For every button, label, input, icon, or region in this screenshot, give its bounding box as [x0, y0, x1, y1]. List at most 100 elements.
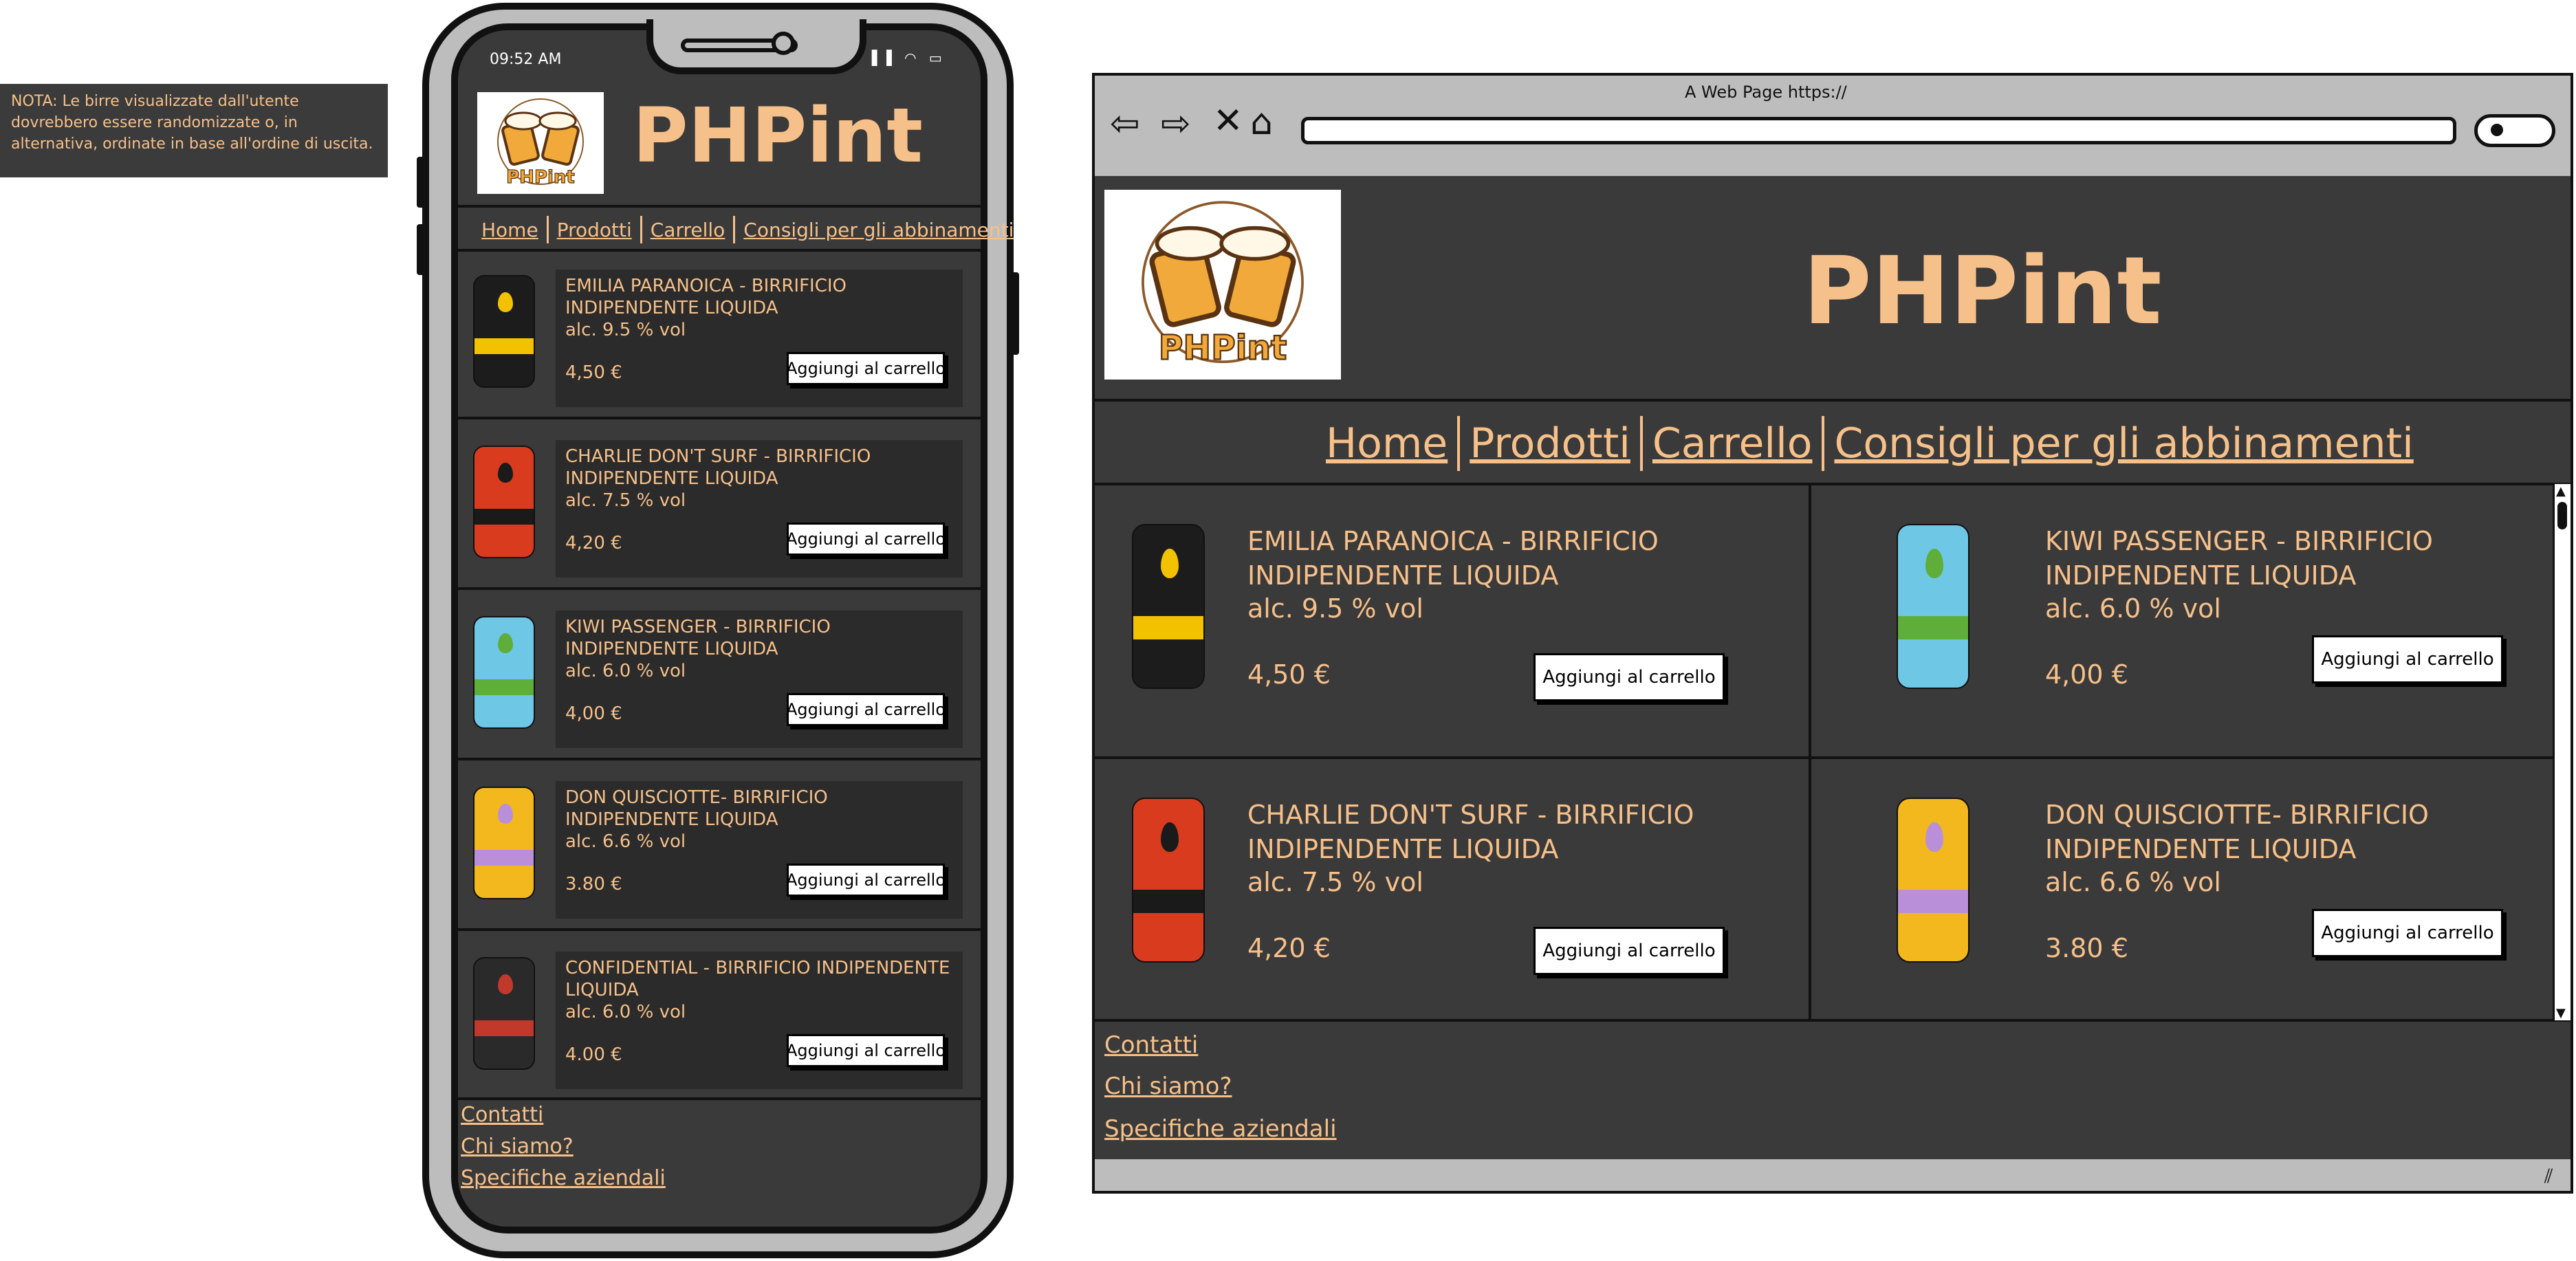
- beer-can-image: [473, 446, 535, 558]
- beer-mugs-icon: PHPint: [1142, 201, 1304, 369]
- product-name: CHARLIE DON'T SURF - BIRRIFICIO INDIPEND…: [565, 446, 871, 489]
- design-note: NOTA: Le birre visualizzate dall'utente …: [0, 84, 388, 177]
- beer-can-image: [1897, 524, 1969, 689]
- beer-mugs-icon: PHPint: [497, 98, 584, 188]
- page-title: PHPint: [633, 91, 923, 179]
- nav-separator: [1639, 416, 1643, 471]
- scroll-down-arrow-icon[interactable]: ▼: [2556, 1006, 2566, 1020]
- product-alcohol: alc. 6.0 % vol: [2045, 593, 2221, 624]
- url-bar[interactable]: [1301, 117, 2456, 144]
- add-to-cart-button[interactable]: Aggiungi al carrello: [786, 352, 946, 385]
- beer-can-image: [473, 616, 535, 729]
- add-to-cart-button[interactable]: Aggiungi al carrello: [2312, 635, 2503, 683]
- add-to-cart-button[interactable]: Aggiungi al carrello: [2312, 909, 2503, 957]
- browser-status-bar: [1095, 1159, 2570, 1191]
- divider: [458, 249, 981, 252]
- product-name: DON QUISCIOTTE- BIRRIFICIO INDIPENDENTE …: [565, 787, 828, 830]
- beer-can-image: [473, 787, 535, 899]
- nav-consigli[interactable]: Consigli per gli abbinamenti: [1834, 419, 2413, 468]
- footer-link-contatti[interactable]: Contatti: [1104, 1031, 1198, 1059]
- grid-divider-vertical: [1809, 484, 1811, 1020]
- nav-separator: [1822, 416, 1825, 471]
- page-title: PHPint: [1803, 237, 2162, 346]
- logo-text: PHPint: [506, 167, 575, 188]
- product-price: 4.00 €: [565, 1044, 622, 1065]
- logo-text: PHPint: [1159, 329, 1287, 368]
- phone-camera: [772, 32, 795, 55]
- product-price: 4,50 €: [1247, 659, 1331, 690]
- add-to-cart-button[interactable]: Aggiungi al carrello: [786, 693, 946, 726]
- divider: [458, 928, 981, 931]
- back-arrow-icon[interactable]: ⇦: [1110, 106, 1140, 142]
- search-button[interactable]: [2474, 114, 2555, 147]
- status-time: 09:52 AM: [490, 51, 562, 68]
- add-to-cart-button[interactable]: Aggiungi al carrello: [786, 1034, 946, 1067]
- product-price: 3.80 €: [565, 874, 622, 895]
- product-alcohol: alc. 9.5 % vol: [565, 320, 686, 340]
- scrollbar[interactable]: ▲ ▼: [2553, 484, 2570, 1020]
- product-alcohol: alc. 7.5 % vol: [565, 490, 686, 511]
- product-price: 4,00 €: [565, 703, 622, 724]
- product-alcohol: alc. 6.0 % vol: [565, 661, 686, 681]
- product-price: 4,00 €: [2045, 659, 2128, 690]
- resize-handle-icon[interactable]: ⫽: [2544, 1165, 2553, 1188]
- beer-can-image: [473, 275, 535, 388]
- product-name: KIWI PASSENGER - BIRRIFICIO INDIPENDENTE…: [565, 617, 831, 659]
- nav-home[interactable]: Home: [481, 219, 538, 241]
- product-name: EMILIA PARANOICA - BIRRIFICIO INDIPENDEN…: [1247, 526, 1659, 591]
- product-price: 3.80 €: [2045, 933, 2128, 963]
- footer-link-chi-siamo[interactable]: Chi siamo?: [461, 1134, 574, 1159]
- footer-link-contatti[interactable]: Contatti: [461, 1103, 543, 1127]
- close-icon[interactable]: ✕: [1213, 103, 1243, 139]
- product-name: DON QUISCIOTTE- BIRRIFICIO INDIPENDENTE …: [2045, 800, 2429, 864]
- nav-carrello[interactable]: Carrello: [651, 219, 725, 241]
- home-icon[interactable]: ⌂: [1250, 105, 1273, 140]
- product-alcohol: alc. 6.6 % vol: [2045, 867, 2221, 897]
- product-alcohol: alc. 6.6 % vol: [565, 831, 686, 852]
- nav-separator: [733, 216, 736, 243]
- add-to-cart-button[interactable]: Aggiungi al carrello: [1533, 927, 1725, 975]
- add-to-cart-button[interactable]: Aggiungi al carrello: [1533, 653, 1725, 701]
- product-name: CHARLIE DON'T SURF - BIRRIFICIO INDIPEND…: [1247, 800, 1694, 864]
- nav-carrello[interactable]: Carrello: [1652, 419, 1813, 468]
- search-icon: [2491, 124, 2503, 136]
- status-icons: ▐▐ ◠ ▭: [866, 50, 946, 66]
- scroll-thumb[interactable]: [2557, 502, 2567, 529]
- scroll-up-arrow-icon[interactable]: ▲: [2556, 484, 2566, 498]
- beer-can-image: [1132, 798, 1205, 963]
- product-alcohol: alc. 9.5 % vol: [1247, 593, 1423, 624]
- product-name: EMILIA PARANOICA - BIRRIFICIO INDIPENDEN…: [565, 276, 847, 318]
- nav-separator: [1457, 416, 1461, 471]
- divider: [1095, 399, 2570, 402]
- nav-consigli[interactable]: Consigli per gli abbinamenti: [743, 219, 1014, 241]
- beer-can-image: [1897, 798, 1969, 963]
- nav-home[interactable]: Home: [1326, 419, 1448, 468]
- divider: [458, 758, 981, 760]
- product-price: 4,50 €: [565, 362, 622, 383]
- nav-bar: Home Prodotti Carrello Consigli per gli …: [481, 215, 1014, 245]
- browser-title: A Web Page https://: [1685, 83, 1847, 102]
- footer-link-specifiche[interactable]: Specifiche aziendali: [461, 1166, 666, 1190]
- product-price: 4,20 €: [565, 533, 622, 553]
- product-name: CONFIDENTIAL - BIRRIFICIO INDIPENDENTE L…: [565, 958, 950, 1000]
- divider: [458, 417, 981, 419]
- add-to-cart-button[interactable]: Aggiungi al carrello: [786, 523, 946, 556]
- divider: [458, 587, 981, 590]
- add-to-cart-button[interactable]: Aggiungi al carrello: [786, 864, 946, 897]
- forward-arrow-icon[interactable]: ⇨: [1161, 106, 1191, 142]
- beer-can-image: [1132, 524, 1205, 689]
- beer-can-image: [473, 957, 535, 1070]
- logo[interactable]: PHPint: [1104, 190, 1341, 380]
- nav-bar: Home Prodotti Carrello Consigli per gli …: [1326, 414, 2414, 473]
- product-price: 4,20 €: [1247, 933, 1331, 963]
- footer-link-specifiche[interactable]: Specifiche aziendali: [1104, 1115, 1337, 1143]
- footer-link-chi-siamo[interactable]: Chi siamo?: [1104, 1073, 1232, 1100]
- nav-prodotti[interactable]: Prodotti: [557, 219, 632, 241]
- nav-separator: [546, 216, 549, 243]
- logo[interactable]: PHPint: [477, 92, 604, 194]
- grid-divider-horizontal: [1095, 756, 2553, 759]
- nav-prodotti[interactable]: Prodotti: [1470, 419, 1630, 468]
- nav-separator: [640, 216, 642, 243]
- product-alcohol: alc. 7.5 % vol: [1247, 867, 1423, 897]
- divider: [458, 205, 981, 208]
